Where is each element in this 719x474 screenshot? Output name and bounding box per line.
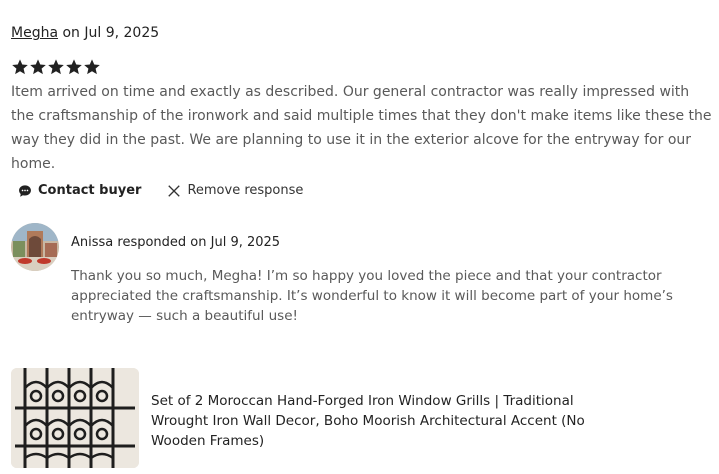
star-icon [12,59,28,75]
review-header: Megha on Jul 9, 2025 [11,25,159,41]
remove-response-button[interactable]: Remove response [167,183,303,198]
reviewer-name-link[interactable]: Megha [11,25,58,41]
chat-bubble-icon [19,184,31,197]
contact-buyer-label: Contact buyer [38,183,142,198]
review-date: on Jul 9, 2025 [58,25,160,41]
star-icon [66,59,82,75]
review-actions: Contact buyer Remove response [18,183,303,198]
product-thumbnail[interactable] [11,368,139,468]
remove-response-label: Remove response [187,183,304,198]
star-icon [30,59,46,75]
star-icon [48,59,64,75]
close-icon [168,184,181,197]
avatar [11,223,59,271]
responder-header: Anissa responded on Jul 9, 2025 [71,235,281,250]
star-rating [11,58,101,76]
star-icon [84,59,100,75]
contact-buyer-button[interactable]: Contact buyer [18,183,141,198]
response-text: Thank you so much, Megha! I’m so happy y… [71,268,673,324]
review-text: Item arrived on time and exactly as desc… [11,84,712,172]
product-title-link[interactable]: Set of 2 Moroccan Hand-Forged Iron Windo… [151,391,591,451]
